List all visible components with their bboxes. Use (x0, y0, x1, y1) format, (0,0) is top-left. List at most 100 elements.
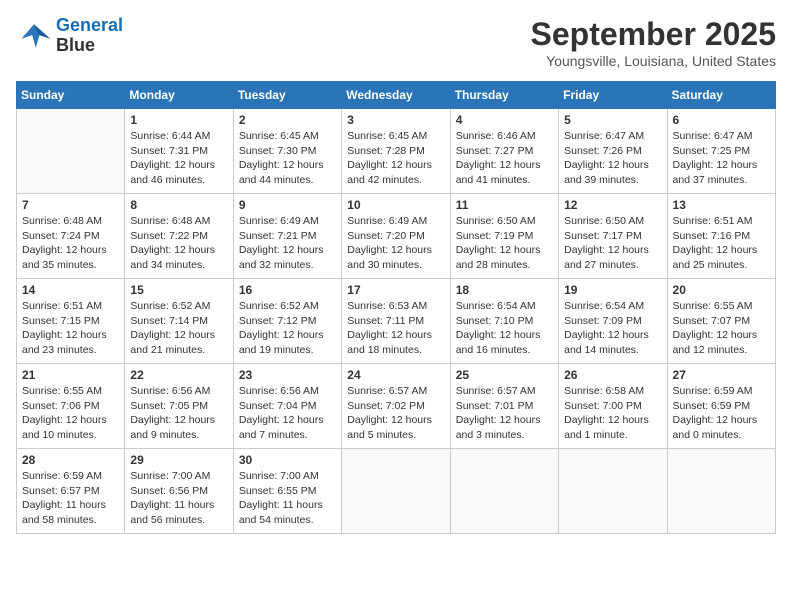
day-number: 14 (22, 283, 119, 297)
day-info: Sunrise: 6:56 AMSunset: 7:04 PMDaylight:… (239, 384, 336, 443)
day-number: 6 (673, 113, 770, 127)
day-number: 20 (673, 283, 770, 297)
calendar-cell: 8 Sunrise: 6:48 AMSunset: 7:22 PMDaylight… (125, 194, 233, 279)
calendar-cell: 21 Sunrise: 6:55 AMSunset: 7:06 PMDayligh… (17, 364, 125, 449)
day-info: Sunrise: 7:00 AMSunset: 6:56 PMDaylight:… (130, 469, 227, 528)
day-header-wednesday: Wednesday (342, 82, 450, 109)
day-header-thursday: Thursday (450, 82, 558, 109)
logo-text: General Blue (56, 16, 123, 56)
calendar-cell: 13Sunrise: 6:51 AMSunset: 7:16 PMDayligh… (667, 194, 775, 279)
calendar-cell: 7 Sunrise: 6:48 AMSunset: 7:24 PMDaylight… (17, 194, 125, 279)
calendar-cell: 9Sunrise: 6:49 AMSunset: 7:21 PMDaylight… (233, 194, 341, 279)
calendar-cell: 25Sunrise: 6:57 AMSunset: 7:01 PMDayligh… (450, 364, 558, 449)
day-number: 19 (564, 283, 661, 297)
day-header-sunday: Sunday (17, 82, 125, 109)
day-info: Sunrise: 6:45 AMSunset: 7:28 PMDaylight:… (347, 129, 444, 188)
day-number: 27 (673, 368, 770, 382)
day-info: Sunrise: 6:57 AMSunset: 7:02 PMDaylight:… (347, 384, 444, 443)
day-number: 30 (239, 453, 336, 467)
calendar-cell: 4 Sunrise: 6:46 AMSunset: 7:27 PMDaylight… (450, 109, 558, 194)
day-info: Sunrise: 6:47 AMSunset: 7:26 PMDaylight:… (564, 129, 661, 188)
calendar-cell: 18Sunrise: 6:54 AMSunset: 7:10 PMDayligh… (450, 279, 558, 364)
calendar-cell: 29 Sunrise: 7:00 AMSunset: 6:56 PMDayligh… (125, 449, 233, 534)
day-number: 22 (130, 368, 227, 382)
day-header-tuesday: Tuesday (233, 82, 341, 109)
day-info: Sunrise: 6:56 AMSunset: 7:05 PMDaylight:… (130, 384, 227, 443)
day-number: 4 (456, 113, 553, 127)
page-header: General Blue September 2025 Youngsville,… (16, 16, 776, 69)
day-info: Sunrise: 6:51 AMSunset: 7:15 PMDaylight:… (22, 299, 119, 358)
calendar-cell: 2Sunrise: 6:45 AMSunset: 7:30 PMDaylight… (233, 109, 341, 194)
calendar-cell: 26Sunrise: 6:58 AMSunset: 7:00 PMDayligh… (559, 364, 667, 449)
day-info: Sunrise: 6:44 AMSunset: 7:31 PMDaylight:… (130, 129, 227, 188)
day-number: 12 (564, 198, 661, 212)
calendar-cell: 14 Sunrise: 6:51 AMSunset: 7:15 PMDayligh… (17, 279, 125, 364)
location: Youngsville, Louisiana, United States (531, 53, 776, 69)
calendar-cell: 3 Sunrise: 6:45 AMSunset: 7:28 PMDaylight… (342, 109, 450, 194)
calendar-cell (450, 449, 558, 534)
day-number: 11 (456, 198, 553, 212)
day-info: Sunrise: 6:54 AMSunset: 7:09 PMDaylight:… (564, 299, 661, 358)
week-row-5: 28 Sunrise: 6:59 AMSunset: 6:57 PMDayligh… (17, 449, 776, 534)
calendar-cell: 23 Sunrise: 6:56 AMSunset: 7:04 PMDayligh… (233, 364, 341, 449)
logo-icon (16, 22, 52, 50)
day-header-saturday: Saturday (667, 82, 775, 109)
week-row-2: 7 Sunrise: 6:48 AMSunset: 7:24 PMDaylight… (17, 194, 776, 279)
calendar-cell: 6 Sunrise: 6:47 AMSunset: 7:25 PMDaylight… (667, 109, 775, 194)
day-number: 15 (130, 283, 227, 297)
calendar-cell (667, 449, 775, 534)
month-title: September 2025 (531, 16, 776, 53)
day-number: 3 (347, 113, 444, 127)
calendar-header-row: SundayMondayTuesdayWednesdayThursdayFrid… (17, 82, 776, 109)
day-info: Sunrise: 6:51 AMSunset: 7:16 PMDaylight:… (673, 214, 770, 273)
day-info: Sunrise: 6:45 AMSunset: 7:30 PMDaylight:… (239, 129, 336, 188)
day-info: Sunrise: 6:54 AMSunset: 7:10 PMDaylight:… (456, 299, 553, 358)
day-number: 28 (22, 453, 119, 467)
calendar-cell: 22 Sunrise: 6:56 AMSunset: 7:05 PMDayligh… (125, 364, 233, 449)
day-header-monday: Monday (125, 82, 233, 109)
calendar-cell: 30 Sunrise: 7:00 AMSunset: 6:55 PMDayligh… (233, 449, 341, 534)
calendar-table: SundayMondayTuesdayWednesdayThursdayFrid… (16, 81, 776, 534)
day-info: Sunrise: 6:55 AMSunset: 7:07 PMDaylight:… (673, 299, 770, 358)
day-info: Sunrise: 6:52 AMSunset: 7:12 PMDaylight:… (239, 299, 336, 358)
day-info: Sunrise: 6:55 AMSunset: 7:06 PMDaylight:… (22, 384, 119, 443)
day-number: 5 (564, 113, 661, 127)
calendar-cell: 5 Sunrise: 6:47 AMSunset: 7:26 PMDaylight… (559, 109, 667, 194)
day-number: 29 (130, 453, 227, 467)
calendar-cell: 19 Sunrise: 6:54 AMSunset: 7:09 PMDayligh… (559, 279, 667, 364)
day-header-friday: Friday (559, 82, 667, 109)
calendar-cell: 11Sunrise: 6:50 AMSunset: 7:19 PMDayligh… (450, 194, 558, 279)
day-number: 21 (22, 368, 119, 382)
calendar-cell (342, 449, 450, 534)
calendar-cell: 20 Sunrise: 6:55 AMSunset: 7:07 PMDayligh… (667, 279, 775, 364)
day-number: 23 (239, 368, 336, 382)
calendar-cell (559, 449, 667, 534)
day-info: Sunrise: 6:59 AMSunset: 6:57 PMDaylight:… (22, 469, 119, 528)
day-info: Sunrise: 7:00 AMSunset: 6:55 PMDaylight:… (239, 469, 336, 528)
day-number: 16 (239, 283, 336, 297)
week-row-1: 1 Sunrise: 6:44 AMSunset: 7:31 PMDaylight… (17, 109, 776, 194)
calendar-cell: 10 Sunrise: 6:49 AMSunset: 7:20 PMDayligh… (342, 194, 450, 279)
day-info: Sunrise: 6:57 AMSunset: 7:01 PMDaylight:… (456, 384, 553, 443)
title-block: September 2025 Youngsville, Louisiana, U… (531, 16, 776, 69)
calendar-cell (17, 109, 125, 194)
day-info: Sunrise: 6:46 AMSunset: 7:27 PMDaylight:… (456, 129, 553, 188)
day-number: 17 (347, 283, 444, 297)
day-info: Sunrise: 6:48 AMSunset: 7:22 PMDaylight:… (130, 214, 227, 273)
day-number: 7 (22, 198, 119, 212)
calendar-cell: 24 Sunrise: 6:57 AMSunset: 7:02 PMDayligh… (342, 364, 450, 449)
calendar-cell: 16 Sunrise: 6:52 AMSunset: 7:12 PMDayligh… (233, 279, 341, 364)
calendar-cell: 28 Sunrise: 6:59 AMSunset: 6:57 PMDayligh… (17, 449, 125, 534)
day-number: 10 (347, 198, 444, 212)
day-number: 1 (130, 113, 227, 127)
day-info: Sunrise: 6:49 AMSunset: 7:21 PMDaylight:… (239, 214, 336, 273)
day-info: Sunrise: 6:47 AMSunset: 7:25 PMDaylight:… (673, 129, 770, 188)
calendar-cell: 1 Sunrise: 6:44 AMSunset: 7:31 PMDaylight… (125, 109, 233, 194)
day-info: Sunrise: 6:49 AMSunset: 7:20 PMDaylight:… (347, 214, 444, 273)
week-row-4: 21 Sunrise: 6:55 AMSunset: 7:06 PMDayligh… (17, 364, 776, 449)
day-info: Sunrise: 6:48 AMSunset: 7:24 PMDaylight:… (22, 214, 119, 273)
day-info: Sunrise: 6:58 AMSunset: 7:00 PMDaylight:… (564, 384, 661, 443)
week-row-3: 14 Sunrise: 6:51 AMSunset: 7:15 PMDayligh… (17, 279, 776, 364)
day-number: 24 (347, 368, 444, 382)
day-number: 8 (130, 198, 227, 212)
